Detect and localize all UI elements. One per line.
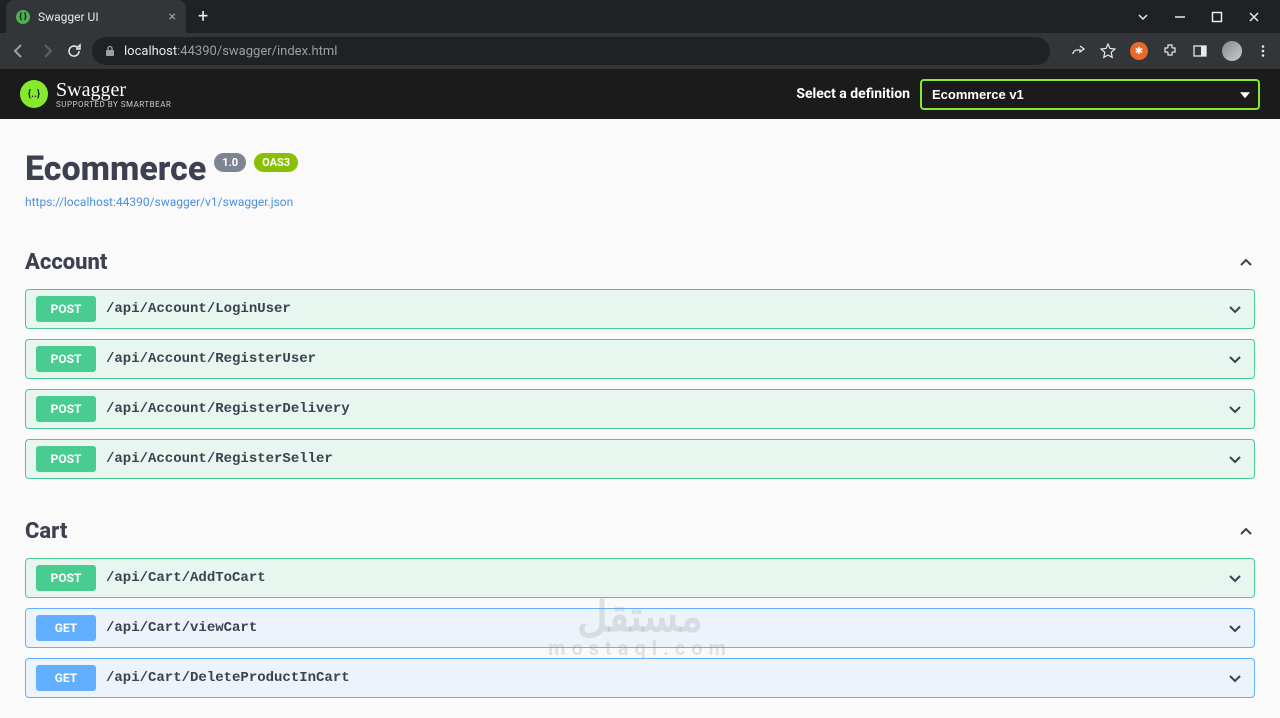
http-method-badge: GET bbox=[36, 615, 96, 641]
api-title: Ecommerce 1.0 OAS3 bbox=[25, 149, 298, 189]
operation-path: /api/Account/RegisterUser bbox=[106, 351, 1226, 367]
definition-label: Select a definition bbox=[796, 86, 910, 102]
maximize-icon[interactable] bbox=[1211, 11, 1223, 23]
window-controls bbox=[1137, 11, 1280, 23]
operation-path: /api/Account/RegisterSeller bbox=[106, 451, 1226, 467]
forward-icon[interactable] bbox=[38, 42, 56, 60]
swagger-topbar: {..} Swagger SUPPORTED BY SMARTBEAR Sele… bbox=[0, 69, 1280, 119]
profile-avatar[interactable] bbox=[1222, 41, 1242, 61]
definition-select[interactable]: Ecommerce v1 bbox=[920, 79, 1260, 110]
tab-title: Swagger UI bbox=[38, 10, 161, 24]
close-window-icon[interactable] bbox=[1248, 11, 1260, 23]
operation-path: /api/Account/RegisterDelivery bbox=[106, 401, 1226, 417]
tag-name: Cart bbox=[25, 519, 67, 544]
share-icon[interactable] bbox=[1070, 43, 1086, 59]
chevron-down-icon bbox=[1226, 350, 1244, 368]
url-bar[interactable]: localhost:44390/swagger/index.html bbox=[92, 37, 1050, 65]
browser-toolbar: localhost:44390/swagger/index.html ✱ bbox=[0, 33, 1280, 69]
tag-section: AccountPOST/api/Account/LoginUserPOST/ap… bbox=[25, 250, 1255, 479]
browser-tab-bar: { } Swagger UI × + bbox=[0, 0, 1280, 33]
swagger-logo-icon: {..} bbox=[20, 80, 48, 108]
operation-row[interactable]: POST/api/Account/RegisterUser bbox=[25, 339, 1255, 379]
tag-name: Account bbox=[25, 250, 107, 275]
tag-header[interactable]: Account bbox=[25, 250, 1255, 275]
chevron-up-icon bbox=[1237, 523, 1255, 541]
http-method-badge: POST bbox=[36, 446, 96, 472]
swagger-content: Ecommerce 1.0 OAS3 https://localhost:443… bbox=[0, 119, 1280, 718]
url-text: localhost:44390/swagger/index.html bbox=[124, 44, 337, 59]
http-method-badge: POST bbox=[36, 396, 96, 422]
chevron-down-icon bbox=[1226, 619, 1244, 637]
http-method-badge: POST bbox=[36, 346, 96, 372]
operation-row[interactable]: GET/api/Cart/DeleteProductInCart bbox=[25, 658, 1255, 698]
api-version-badge: 1.0 bbox=[214, 153, 246, 172]
http-method-badge: GET bbox=[36, 665, 96, 691]
lock-icon bbox=[104, 45, 116, 57]
reload-icon[interactable] bbox=[66, 43, 82, 59]
operation-path: /api/Account/LoginUser bbox=[106, 301, 1226, 317]
close-tab-icon[interactable]: × bbox=[169, 9, 176, 25]
extension-icon[interactable]: ✱ bbox=[1130, 42, 1148, 60]
chevron-down-icon[interactable] bbox=[1137, 11, 1149, 23]
new-tab-button[interactable]: + bbox=[198, 6, 208, 27]
menu-icon[interactable] bbox=[1256, 44, 1270, 58]
spec-url-link[interactable]: https://localhost:44390/swagger/v1/swagg… bbox=[25, 195, 293, 209]
operation-path: /api/Cart/AddToCart bbox=[106, 570, 1226, 586]
swagger-brand: Swagger bbox=[56, 79, 126, 101]
chevron-down-icon bbox=[1226, 450, 1244, 468]
extensions-icon[interactable] bbox=[1162, 43, 1178, 59]
panel-icon[interactable] bbox=[1192, 43, 1208, 59]
operation-row[interactable]: POST/api/Account/RegisterDelivery bbox=[25, 389, 1255, 429]
chevron-up-icon bbox=[1237, 254, 1255, 272]
operation-path: /api/Cart/DeleteProductInCart bbox=[106, 670, 1226, 686]
operation-path: /api/Cart/viewCart bbox=[106, 620, 1226, 636]
operation-row[interactable]: POST/api/Account/LoginUser bbox=[25, 289, 1255, 329]
tag-header[interactable]: Cart bbox=[25, 519, 1255, 544]
chevron-down-icon bbox=[1226, 300, 1244, 318]
chevron-down-icon bbox=[1226, 569, 1244, 587]
operation-row[interactable]: POST/api/Account/RegisterSeller bbox=[25, 439, 1255, 479]
browser-tab[interactable]: { } Swagger UI × bbox=[6, 0, 186, 33]
minimize-icon[interactable] bbox=[1174, 11, 1186, 23]
operation-row[interactable]: POST/api/Cart/AddToCart bbox=[25, 558, 1255, 598]
tab-favicon-icon: { } bbox=[16, 10, 30, 24]
toolbar-right: ✱ bbox=[1060, 41, 1270, 61]
tag-section: Cart POST/api/Cart/AddToCart GET/api/Cart/… bbox=[25, 519, 1255, 698]
star-icon[interactable] bbox=[1100, 43, 1116, 59]
http-method-badge: POST bbox=[36, 565, 96, 591]
swagger-supported-by: SUPPORTED BY SMARTBEAR bbox=[56, 100, 171, 109]
back-icon[interactable] bbox=[10, 42, 28, 60]
swagger-logo: {..} Swagger SUPPORTED BY SMARTBEAR bbox=[20, 79, 171, 109]
chevron-down-icon bbox=[1226, 400, 1244, 418]
http-method-badge: POST bbox=[36, 296, 96, 322]
chevron-down-icon bbox=[1226, 669, 1244, 687]
oas-version-badge: OAS3 bbox=[254, 153, 298, 172]
operation-row[interactable]: GET/api/Cart/viewCart bbox=[25, 608, 1255, 648]
